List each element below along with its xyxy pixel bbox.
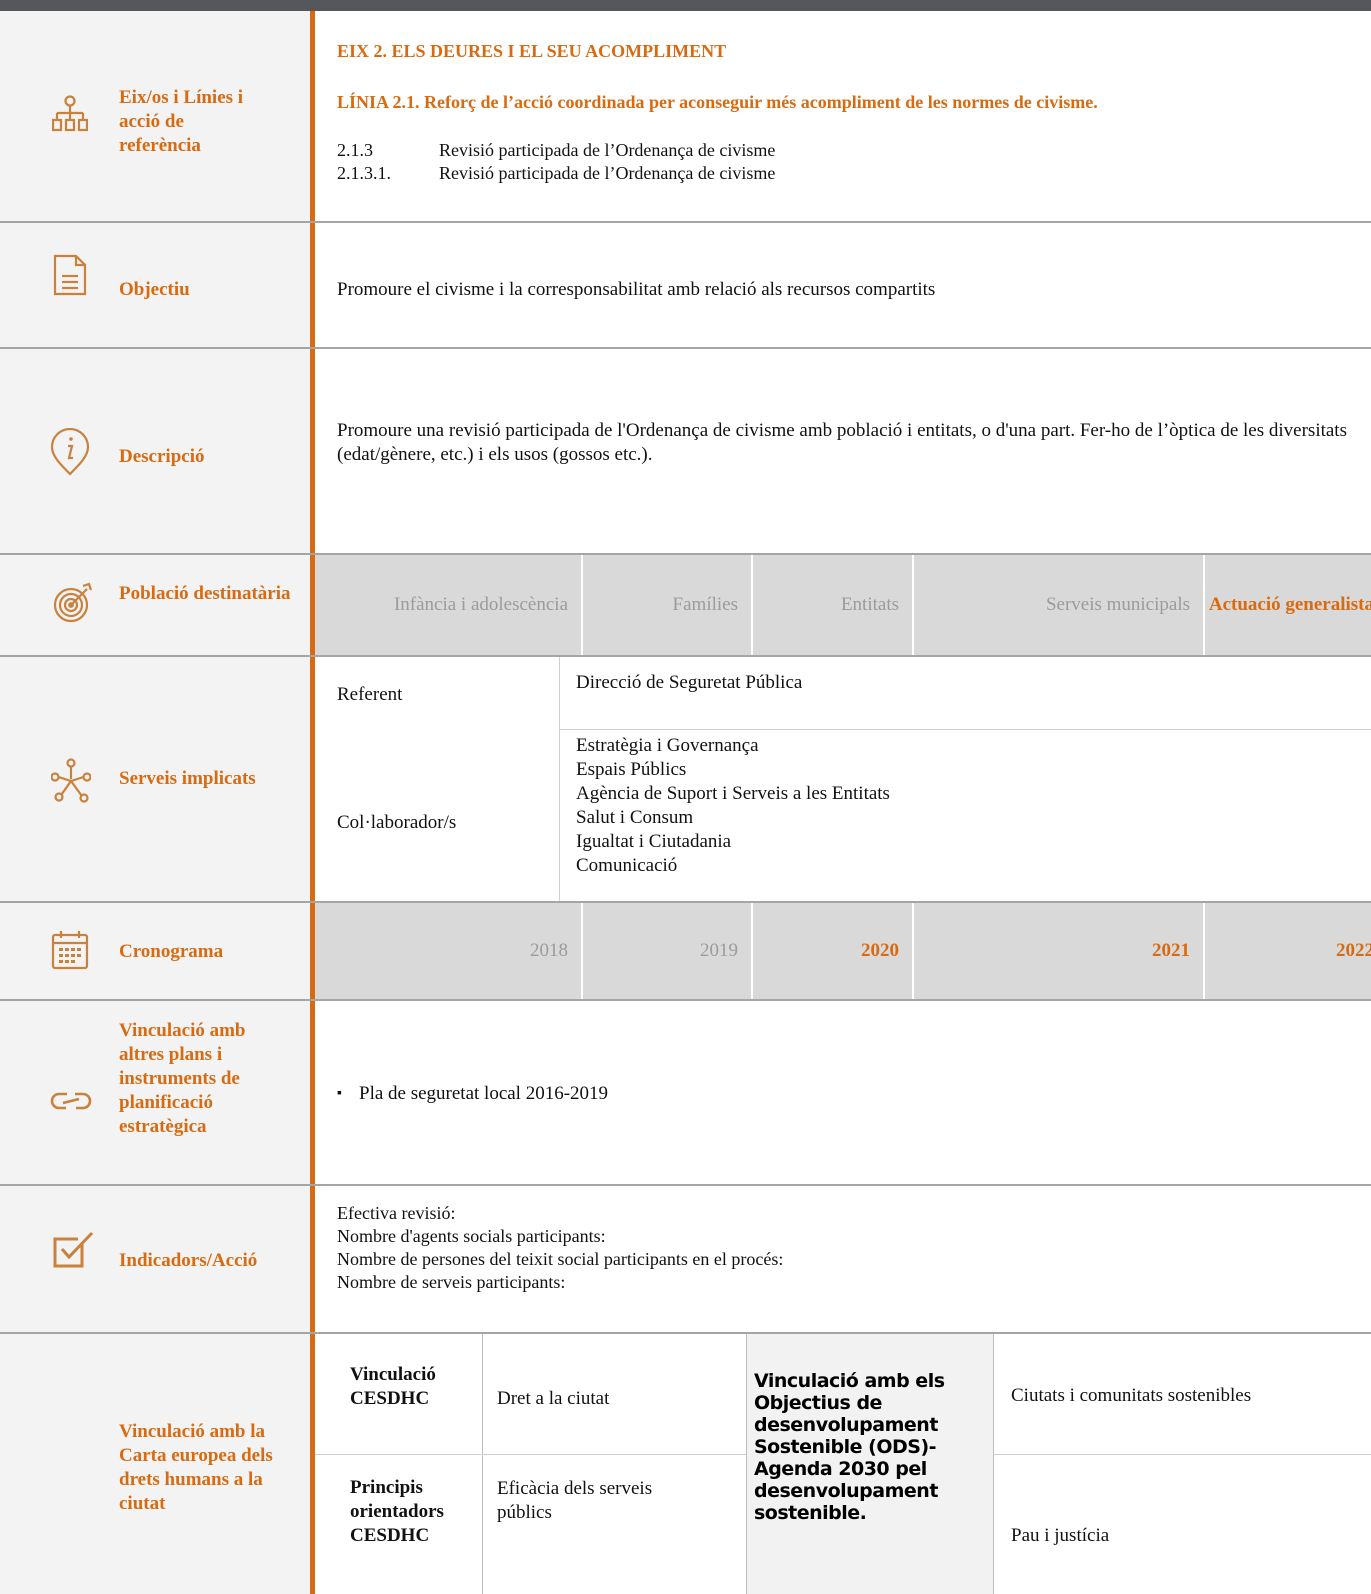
cell-divider xyxy=(1203,903,1205,999)
row-divider xyxy=(993,1454,1371,1455)
vinculacio-plans-label: Vinculació amb altres plans i instrument… xyxy=(119,1020,246,1137)
principis-value: Eficàcia dels serveis públics xyxy=(497,1478,653,1523)
separator xyxy=(0,655,1371,657)
action-text-2: Revisió participada de l’Ordenança de ci… xyxy=(439,163,776,183)
action-code-2: 2.1.3.1. xyxy=(337,163,391,183)
descripcio-label: Descripció xyxy=(119,446,205,467)
year-2021: 2021 xyxy=(1152,940,1190,961)
serveis-label: Serveis implicats xyxy=(119,768,256,789)
linia-title: LÍNIA 2.1. Reforç de l’acció coordinada … xyxy=(337,92,1098,112)
cell-divider xyxy=(581,555,583,655)
collaborador-4: Salut i Consum xyxy=(576,807,694,828)
referent-value: Direcció de Seguretat Pública xyxy=(576,672,803,693)
document-icon xyxy=(53,254,87,296)
poblacio-options: Infància i adolescència Famílies Entitat… xyxy=(315,555,1371,655)
poblacio-option-families: Famílies xyxy=(672,594,738,615)
vinculacio-plan-item: Pla de seguretat local 2016-2019 xyxy=(359,1083,609,1104)
cell-divider xyxy=(751,903,753,999)
referent-label: Referent xyxy=(337,684,403,705)
collaborador-3: Agència de Suport i Serveis a les Entita… xyxy=(576,783,890,804)
link-icon xyxy=(49,1090,93,1112)
collaborador-2: Espais Públics xyxy=(576,759,687,780)
cell-divider xyxy=(581,903,583,999)
ods-value-2: Pau i justícia xyxy=(1011,1525,1110,1546)
cell-divider xyxy=(482,1334,483,1594)
row-divider xyxy=(559,729,1371,730)
year-2020: 2020 xyxy=(861,940,899,961)
vinculacio-cesdhc-label: Vinculació CESDHC xyxy=(350,1364,436,1409)
separator xyxy=(0,1184,1371,1186)
separator xyxy=(0,221,1371,223)
principis-label: Principis orientadors CESDHC xyxy=(350,1477,444,1546)
separator xyxy=(0,1332,1371,1334)
separator xyxy=(0,999,1371,1001)
info-pin-icon xyxy=(50,428,90,476)
label-column xyxy=(0,11,310,1594)
calendar-icon xyxy=(51,930,89,970)
descripcio-text: Promoure una revisió participada de l'Or… xyxy=(337,420,1347,465)
ods-value-1: Ciutats i comunitats sostenibles xyxy=(1011,1385,1252,1406)
target-icon xyxy=(53,582,93,624)
eix-label: Eix/os i Línies i acció de referència xyxy=(119,87,244,156)
indicador-2: Nombre d'agents socials participants: xyxy=(337,1226,606,1246)
cell-divider xyxy=(751,555,753,655)
action-text-1: Revisió participada de l’Ordenança de ci… xyxy=(439,140,776,160)
poblacio-option-infancia: Infància i adolescència xyxy=(393,594,568,615)
year-2019: 2019 xyxy=(700,940,738,961)
hierarchy-icon xyxy=(52,95,88,133)
indicadors-label: Indicadors/Acció xyxy=(119,1250,258,1271)
collaborador-1: Estratègia i Governança xyxy=(576,735,759,756)
cell-divider xyxy=(912,555,914,655)
poblacio-option-generalista: Actuació generalista xyxy=(1208,594,1371,615)
indicador-1: Efectiva revisió: xyxy=(337,1203,456,1223)
collaborador-6: Comunicació xyxy=(576,855,678,876)
poblacio-label: Població destinatària xyxy=(119,583,291,604)
indicador-3: Nombre de persones del teixit social par… xyxy=(337,1249,784,1269)
action-code-1: 2.1.3 xyxy=(337,140,373,160)
network-icon xyxy=(51,757,91,803)
year-2018: 2018 xyxy=(530,940,568,961)
poblacio-option-entitats: Entitats xyxy=(840,594,899,615)
year-2022: 2022 xyxy=(1336,940,1371,961)
cell-divider xyxy=(746,1334,747,1594)
objectiu-text: Promoure el civisme i la corresponsabili… xyxy=(337,279,936,300)
cronograma-years: 2018 2019 2020 2021 2022 xyxy=(315,903,1371,999)
vinculacio-cesdhc-value: Dret a la ciutat xyxy=(497,1388,610,1409)
objectiu-label: Objectiu xyxy=(119,279,190,300)
cronograma-label: Cronograma xyxy=(119,941,224,962)
top-bar xyxy=(0,0,1371,11)
cell-divider xyxy=(559,657,560,901)
accent-divider xyxy=(310,11,315,1594)
cell-divider xyxy=(993,1334,994,1594)
eix-title: EIX 2. ELS DEURES I EL SEU ACOMPLIMENT xyxy=(337,41,727,61)
carta-label: Vinculació amb la Carta europea dels dre… xyxy=(119,1421,273,1514)
bullet: ▪ xyxy=(337,1086,342,1101)
indicador-4: Nombre de serveis participants: xyxy=(337,1272,566,1292)
poblacio-option-serveis: Serveis municipals xyxy=(1045,594,1190,615)
row-divider xyxy=(315,1454,746,1455)
collaborador-5: Igualtat i Ciutadania xyxy=(576,831,732,852)
ods-label: Vinculació amb els Objectius de desenvol… xyxy=(754,1370,945,1524)
collaborador-label: Col·laborador/s xyxy=(337,812,457,833)
cell-divider xyxy=(912,903,914,999)
cell-divider xyxy=(1203,555,1205,655)
separator xyxy=(0,347,1371,349)
checkbox-icon xyxy=(52,1229,96,1269)
